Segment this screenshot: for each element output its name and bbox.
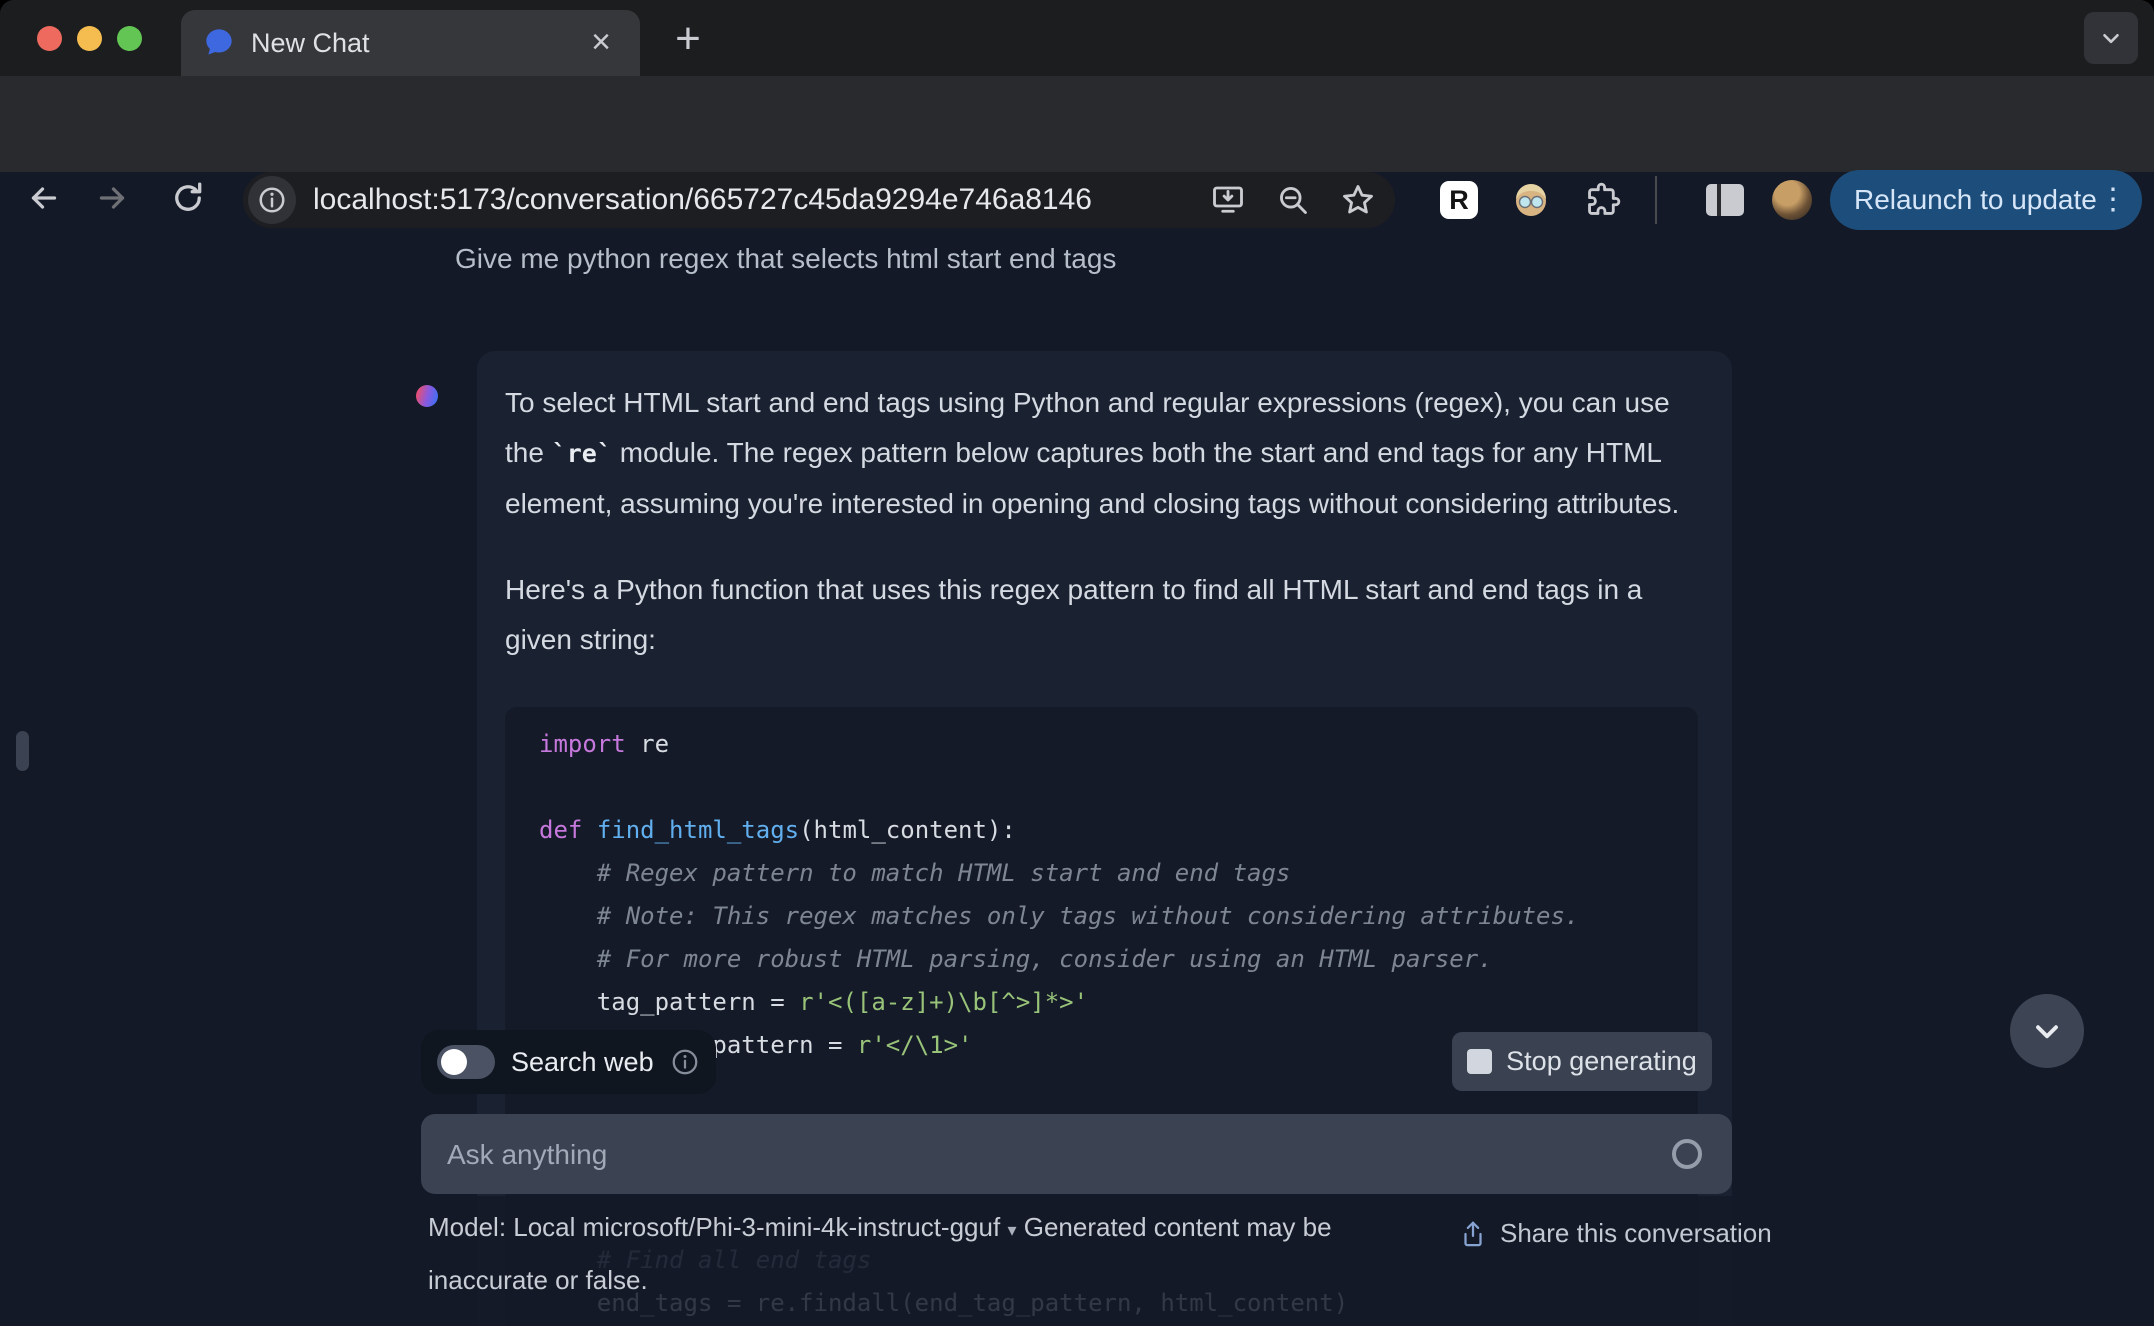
extension-r-icon[interactable]: R [1440,181,1478,219]
assistant-avatar [416,385,438,407]
macos-minimize-button[interactable] [77,26,102,51]
search-web-control: Search web [421,1030,716,1094]
model-caret-icon[interactable]: ▾ [1007,1220,1016,1240]
tab-title: New Chat [251,28,370,58]
browser-tab[interactable]: New Chat × [181,10,640,76]
stop-generating-label: Stop generating [1506,1046,1697,1076]
relaunch-label: Relaunch to update [1854,184,2097,215]
inline-code-re: `re` [551,439,612,468]
browser-toolbar: localhost:5173/conversation/665727c45da9… [0,76,2154,230]
stop-generating-button[interactable]: Stop generating [1452,1032,1712,1091]
profile-avatar[interactable] [1772,180,1812,220]
chat-input[interactable] [445,1114,1679,1196]
generating-spinner-icon [1672,1139,1702,1169]
macos-zoom-button[interactable] [117,26,142,51]
forward-button[interactable] [86,172,138,224]
macos-close-button[interactable] [37,26,62,51]
search-web-toggle[interactable] [437,1045,495,1079]
tab-strip: New Chat × + [0,0,2154,76]
reload-icon [175,182,202,211]
bookmark-star-icon[interactable] [1340,182,1376,218]
tab-search-button[interactable] [2084,12,2138,64]
chevron-down-icon [2103,33,2119,44]
url-bar[interactable]: localhost:5173/conversation/665727c45da9… [243,172,1395,228]
extensions-puzzle-icon[interactable] [1584,181,1622,219]
toggle-knob [441,1049,467,1075]
share-upload-icon [1464,1221,1482,1246]
info-circle-icon[interactable] [670,1047,700,1077]
user-message: Give me python regex that selects html s… [455,243,1117,274]
zoom-icon[interactable] [1275,182,1311,218]
assistant-paragraph-2: Here's a Python function that uses this … [505,574,1643,655]
chevron-down-icon [2036,1025,2058,1039]
chat-input-bar[interactable] [421,1114,1732,1196]
browser-menu-icon[interactable]: ⋮ [2098,180,2128,220]
browser-window: New Chat × + localhost:5173/conversation… [0,0,2154,1326]
share-conversation-link[interactable]: Share this conversation [1458,1218,1772,1249]
tab-close-icon[interactable]: × [580,21,622,63]
search-web-label: Search web [511,1046,654,1077]
model-label: Model: Local microsoft/Phi-3-mini-4k-ins… [428,1212,1001,1242]
share-label: Share this conversation [1500,1218,1772,1248]
sidebar-drag-handle[interactable] [16,731,29,771]
site-info-button[interactable] [248,176,296,224]
extension-avatar-icon[interactable] [1512,181,1550,219]
relaunch-to-update-button[interactable]: Relaunch to update ⋮ [1830,170,2142,230]
forward-arrow-icon [99,187,125,209]
new-tab-button[interactable]: + [662,14,714,66]
back-button[interactable] [18,172,70,224]
chat-bubble-favicon [206,29,232,55]
toolbar-divider [1655,176,1657,224]
stop-icon [1467,1049,1493,1074]
side-panel-icon[interactable] [1705,183,1745,217]
url-text[interactable]: localhost:5173/conversation/665727c45da9… [313,183,1092,217]
model-disclaimer: Model: Local microsoft/Phi-3-mini-4k-ins… [428,1202,1418,1305]
info-icon [259,187,285,213]
assistant-paragraph-1: To select HTML start and end tags using … [505,387,1680,519]
back-arrow-icon [31,187,57,209]
install-app-icon[interactable] [1210,182,1246,218]
reload-button[interactable] [162,172,214,224]
scroll-to-bottom-button[interactable] [2010,994,2084,1068]
